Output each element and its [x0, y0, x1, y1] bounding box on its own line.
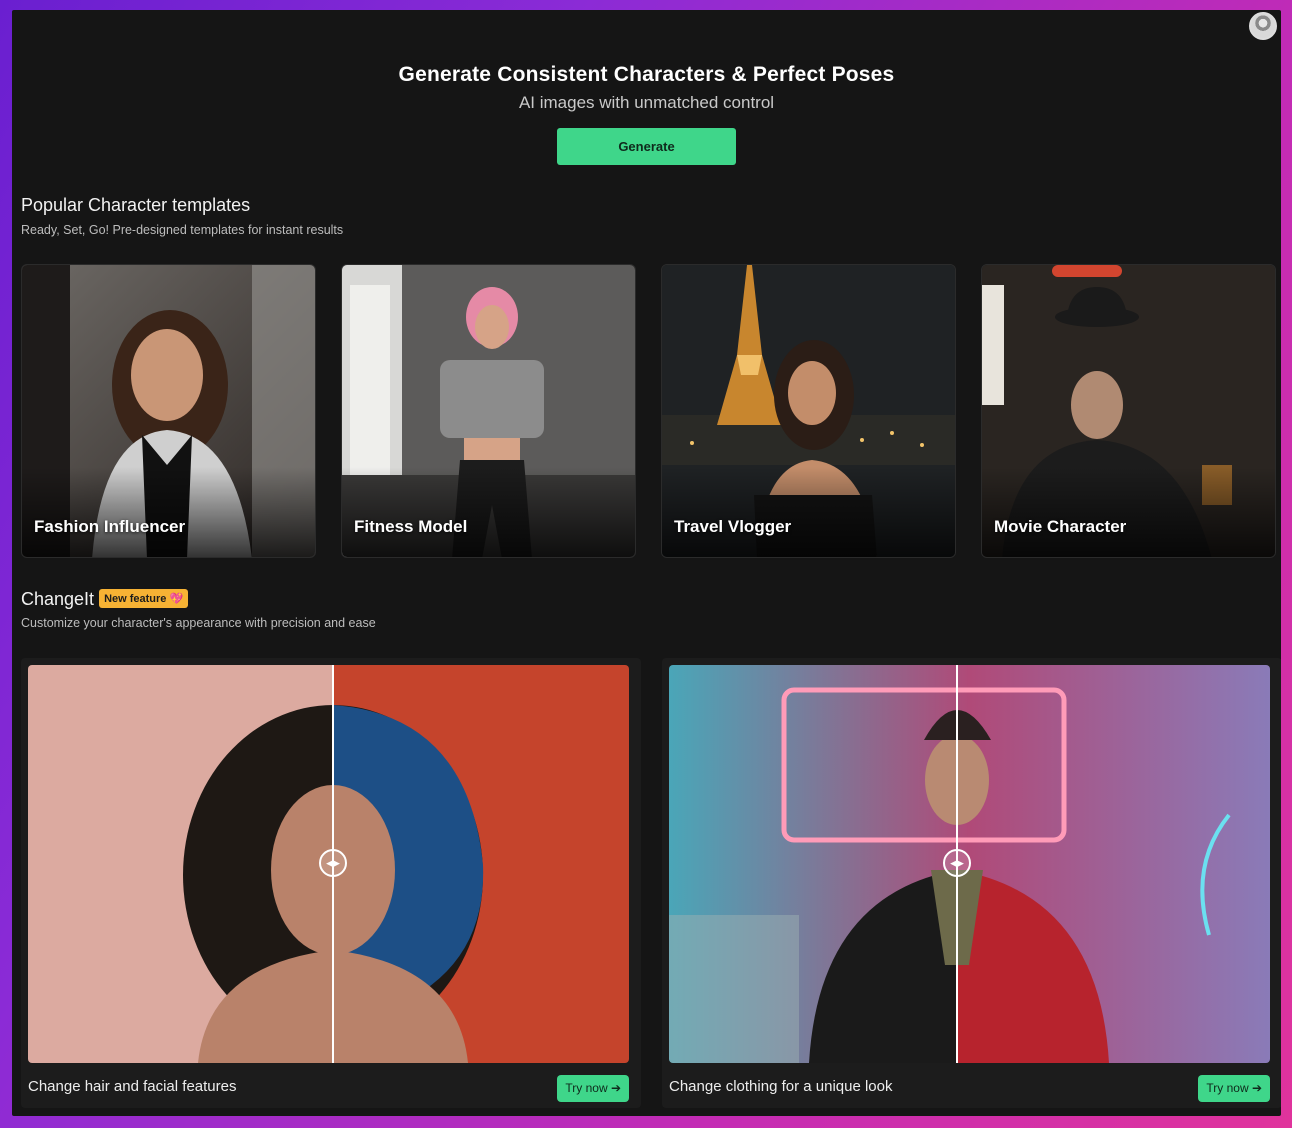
template-card-movie-character[interactable]: Movie Character — [981, 264, 1276, 558]
compare-image-hair[interactable]: ◀▶ — [28, 665, 629, 1063]
changeit-title-row: ChangeIt New feature 💖 — [21, 589, 189, 610]
left-right-arrows-icon[interactable]: ◀▶ — [943, 849, 971, 877]
changeit-title: ChangeIt — [21, 589, 95, 609]
page-title: Generate Consistent Characters & Perfect… — [398, 63, 895, 86]
try-now-button[interactable]: Try now ➔ — [1198, 1075, 1270, 1102]
generate-button[interactable]: Generate — [557, 128, 736, 165]
templates-title: Popular Character templates — [21, 195, 251, 215]
hero-section: Generate Consistent Characters & Perfect… — [12, 10, 1281, 165]
left-right-arrows-icon[interactable]: ◀▶ — [319, 849, 347, 877]
template-card-fashion-influencer[interactable]: Fashion Influencer — [21, 264, 316, 558]
templates-subtitle: Ready, Set, Go! Pre-designed templates f… — [21, 223, 344, 237]
template-cards: Fashion Influencer Fitness Model Travel … — [21, 264, 1277, 558]
user-avatar[interactable] — [1249, 12, 1277, 40]
page-subtitle: AI images with unmatched control — [518, 93, 775, 112]
template-card-travel-vlogger[interactable]: Travel Vlogger — [661, 264, 956, 558]
template-label: Travel Vlogger — [674, 517, 792, 536]
changeit-panel-clothing: ◀▶ Change clothing for a unique look Try… — [662, 658, 1281, 1108]
changeit-panel-hair: ◀▶ Change hair and facial features Try n… — [21, 658, 641, 1108]
template-label: Movie Character — [994, 517, 1127, 536]
try-now-button[interactable]: Try now ➔ — [557, 1075, 629, 1102]
panel-caption: Change clothing for a unique look — [669, 1078, 893, 1095]
changeit-subtitle: Customize your character's appearance wi… — [21, 616, 376, 630]
template-card-fitness-model[interactable]: Fitness Model — [341, 264, 636, 558]
template-label: Fashion Influencer — [34, 517, 186, 536]
app-window: Generate Consistent Characters & Perfect… — [12, 10, 1281, 1116]
new-feature-badge: New feature 💖 — [99, 589, 189, 608]
template-label: Fitness Model — [354, 517, 468, 536]
panel-caption: Change hair and facial features — [28, 1078, 237, 1095]
compare-image-clothing[interactable]: ◀▶ — [669, 665, 1270, 1063]
